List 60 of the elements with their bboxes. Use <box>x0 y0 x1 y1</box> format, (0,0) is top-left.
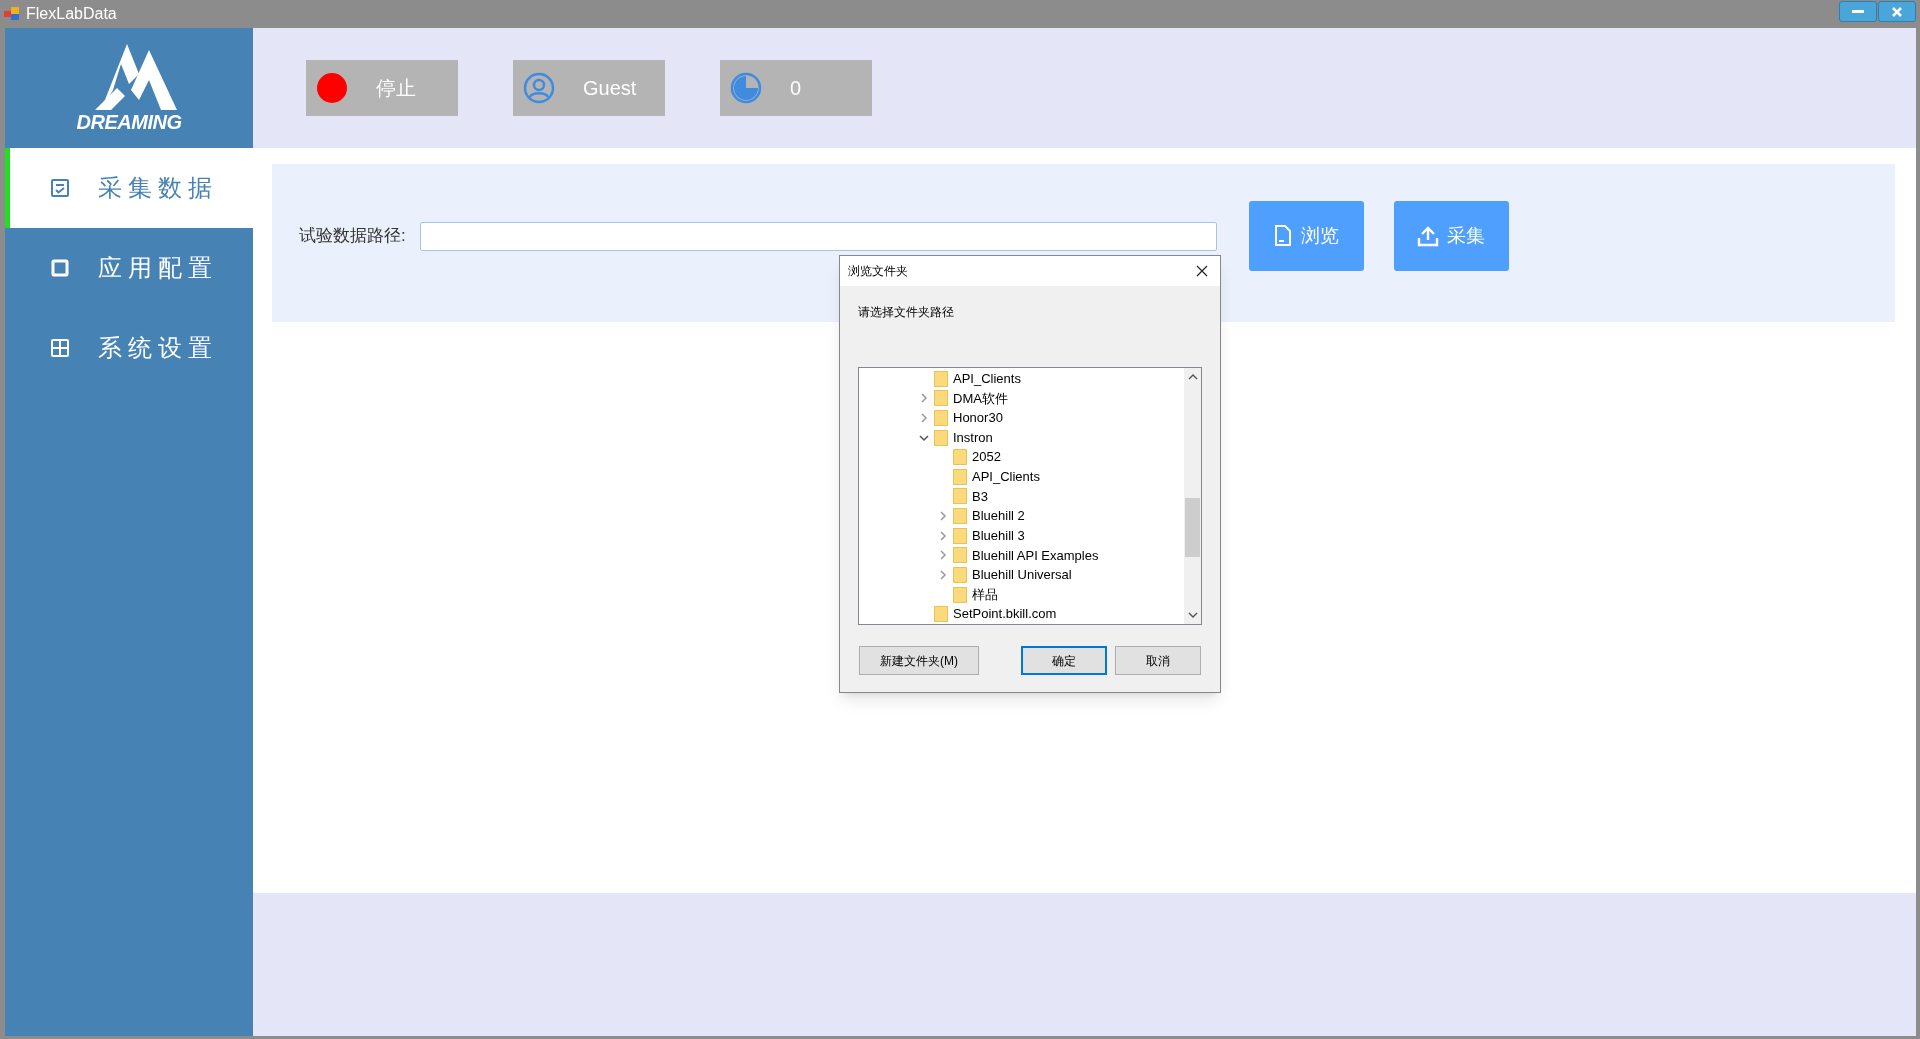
folder-label[interactable]: 样品 <box>972 584 998 605</box>
app-icon <box>4 7 20 21</box>
dialog-title: 浏览文件夹 <box>848 263 908 280</box>
chevron-right-icon[interactable] <box>938 569 948 580</box>
folder-icon <box>934 606 948 623</box>
folder-icon <box>953 586 967 603</box>
sidebar-item[interactable]: 应用配置 <box>5 228 253 308</box>
sidebar-item[interactable]: 系统设置 <box>5 308 253 388</box>
chevron-right-icon[interactable] <box>938 550 948 561</box>
folder-icon <box>953 488 967 505</box>
scroll-thumb[interactable] <box>1185 498 1200 557</box>
folder-icon <box>953 508 967 525</box>
stop-dot-icon <box>316 72 348 104</box>
folder-icon <box>934 370 948 387</box>
chevron-right-icon[interactable] <box>919 413 929 423</box>
logo-text: DREAMING <box>76 112 182 132</box>
chevron-right-icon[interactable] <box>919 393 929 404</box>
folder-label[interactable]: API_Clients <box>953 369 1021 389</box>
folder-icon <box>953 566 967 583</box>
folder-icon <box>953 527 967 544</box>
close-icon <box>1196 265 1208 277</box>
chevron-down-icon[interactable] <box>919 432 929 443</box>
folder-label[interactable]: SetPoint.bkill.com <box>953 604 1057 624</box>
folder-label[interactable]: Honor30 <box>953 408 1003 428</box>
close-icon <box>1892 6 1902 17</box>
scrollbar[interactable] <box>1184 368 1201 624</box>
user-icon <box>523 72 555 104</box>
folder-icon <box>934 410 948 426</box>
square-icon <box>50 258 70 278</box>
folder-icon <box>934 390 948 407</box>
document-icon <box>1273 225 1294 247</box>
folder-icon <box>953 547 967 564</box>
folder-label[interactable]: Bluehill 2 <box>972 506 1025 526</box>
chevron-right-icon[interactable] <box>938 530 948 541</box>
folder-label[interactable]: 2052 <box>972 447 1001 467</box>
path-label: 试验数据路径: <box>299 225 406 247</box>
dialog-button[interactable]: 新建文件夹(M) <box>859 646 979 675</box>
minimize-icon <box>1852 9 1864 14</box>
folder-label[interactable]: API_Clients <box>972 467 1040 487</box>
chevron-right-icon[interactable] <box>938 511 948 522</box>
folder-label[interactable]: DMA软件 <box>953 388 1008 409</box>
sidebar-item[interactable]: 采集数据 <box>5 148 253 228</box>
folder-label[interactable]: Bluehill Universal <box>972 565 1072 585</box>
folder-icon <box>953 468 967 485</box>
grid-icon <box>50 338 70 358</box>
window-title: FlexLabData <box>26 4 117 24</box>
minimize-button[interactable] <box>1839 1 1877 22</box>
folder-label[interactable]: Bluehill API Examples <box>972 545 1099 566</box>
path-input-field[interactable] <box>419 222 1217 251</box>
dialog-button[interactable]: 取消 <box>1115 646 1201 675</box>
folder-icon <box>953 449 967 466</box>
dialog-button[interactable]: 确定 <box>1021 646 1107 675</box>
pie-chart-icon <box>730 72 762 104</box>
folder-label[interactable]: Instron <box>953 427 993 448</box>
dialog-prompt: 请选择文件夹路径 <box>858 304 955 321</box>
folder-label[interactable]: Bluehill 3 <box>972 525 1025 546</box>
folder-icon <box>934 429 948 446</box>
upload-icon <box>1417 225 1440 247</box>
folder-label[interactable]: B3 <box>972 486 988 507</box>
checklist-icon <box>50 178 70 198</box>
